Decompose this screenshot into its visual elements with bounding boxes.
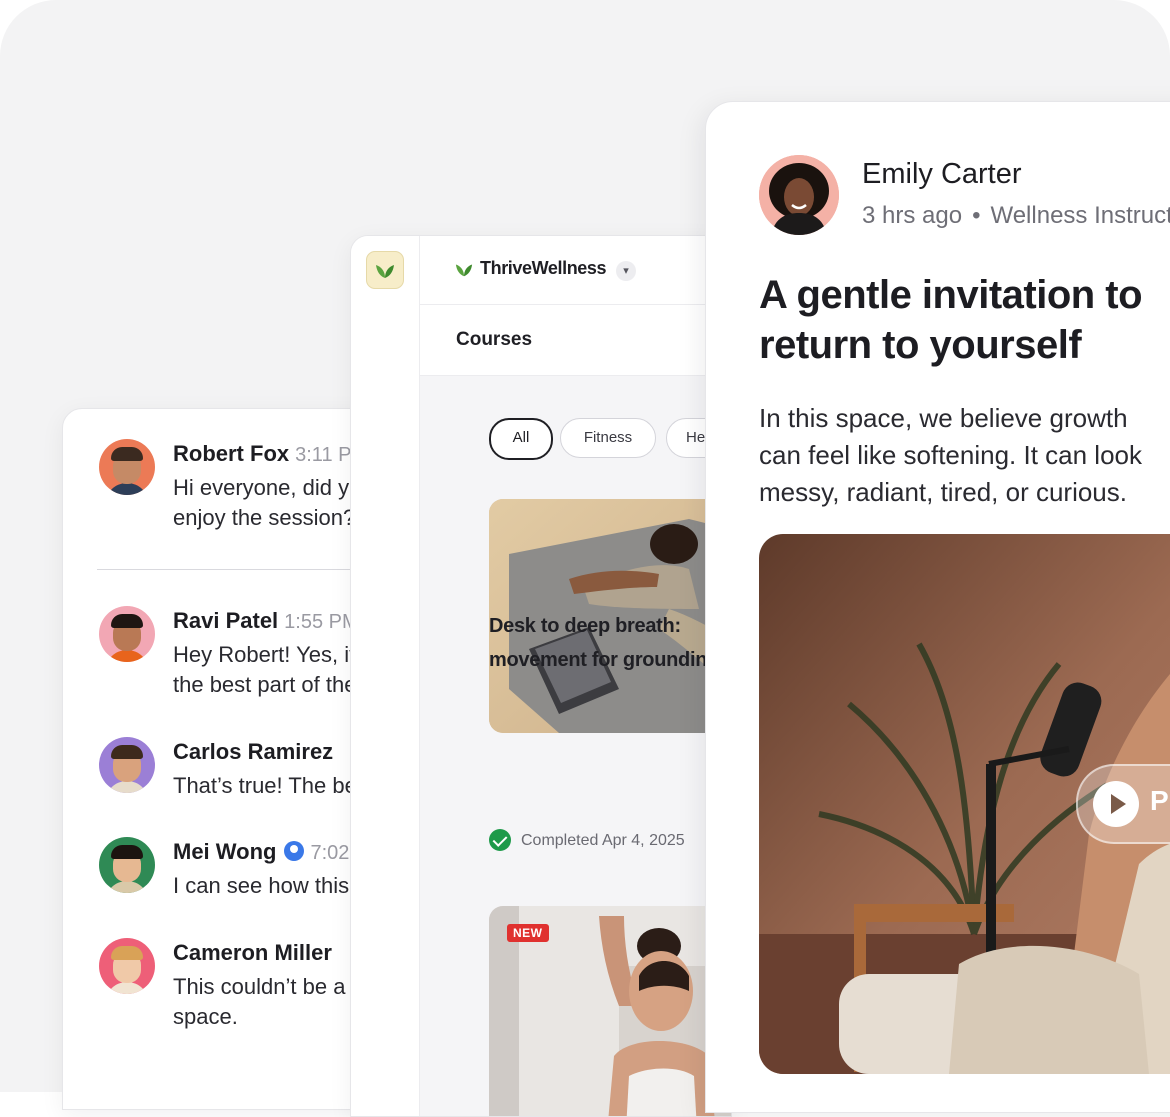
play-icon (1093, 781, 1139, 827)
verified-icon (284, 841, 305, 861)
completion-status: Completed Apr 4, 2025 (489, 829, 685, 851)
post-panel: Emily Carter 3 hrs ago • Wellness Instruct… (705, 101, 1170, 1113)
filter-chip-fitness[interactable]: Fitness (560, 418, 656, 458)
course-title-line: Desk to deep breath: (489, 615, 681, 637)
post-title: A gentle invitation to return to yourself (759, 270, 1170, 370)
post-body-line: can feel like softening. It can look (759, 440, 1143, 470)
post-body-line: messy, radiant, tired, or curious. (759, 477, 1127, 507)
courses-panel: ThriveWellness ▾ Courses All Fitness Hea… (350, 235, 732, 1117)
course-title[interactable]: Desk to deep breath: movement for groundi… (489, 609, 719, 677)
app-topbar: ThriveWellness ▾ (420, 236, 731, 305)
sender-name: Mei Wong (173, 839, 277, 864)
post-body-line: In this space, we believe growth (759, 403, 1128, 433)
leaf-icon (455, 264, 473, 277)
post-time: 3 hrs ago (862, 202, 963, 229)
courses-content: All Fitness Health Desk (420, 376, 731, 1116)
filter-chip-all[interactable]: All (489, 418, 553, 460)
avatar (99, 938, 155, 994)
avatar (99, 737, 155, 793)
author-name[interactable]: Emily Carter (862, 158, 1022, 191)
course-thumbnail[interactable]: NEW (489, 906, 731, 1116)
video-player[interactable]: Play (759, 534, 1170, 1074)
avatar (99, 606, 155, 662)
completion-text: Completed Apr 4, 2025 (521, 832, 685, 849)
message-time: 1:55 PM (284, 611, 359, 633)
sender-name: Cameron Miller (173, 940, 332, 965)
play-button[interactable]: Play (1076, 764, 1170, 844)
app-rail (351, 236, 420, 1116)
sender-name: Robert Fox (173, 441, 290, 466)
sender-name: Ravi Patel (173, 608, 279, 633)
play-label: Play (1150, 785, 1170, 816)
section-title: Courses (456, 329, 533, 350)
course-title-line: movement for grounding (489, 649, 720, 671)
author-avatar[interactable] (759, 155, 839, 235)
author-role: Wellness Instructor (990, 202, 1170, 229)
chevron-down-icon[interactable]: ▾ (616, 261, 636, 281)
avatar (99, 439, 155, 495)
post-meta: 3 hrs ago • Wellness Instructor (862, 202, 1170, 230)
avatar (99, 837, 155, 893)
separator-dot: • (972, 202, 981, 229)
new-badge: NEW (507, 924, 549, 942)
leaf-icon (376, 265, 394, 278)
post-body: In this space, we believe growth can feel… (759, 400, 1170, 511)
author-photo (759, 155, 839, 235)
section-header: Courses (420, 305, 731, 376)
post-title-line: return to yourself (759, 323, 1082, 367)
app-logo-button[interactable] (366, 251, 404, 289)
brand-name: ThriveWellness (480, 258, 607, 278)
sender-name: Carlos Ramirez (173, 739, 334, 764)
post-title-line: A gentle invitation to (759, 273, 1143, 317)
check-circle-icon (489, 829, 511, 851)
brand-switcher[interactable]: ThriveWellness (454, 258, 607, 279)
